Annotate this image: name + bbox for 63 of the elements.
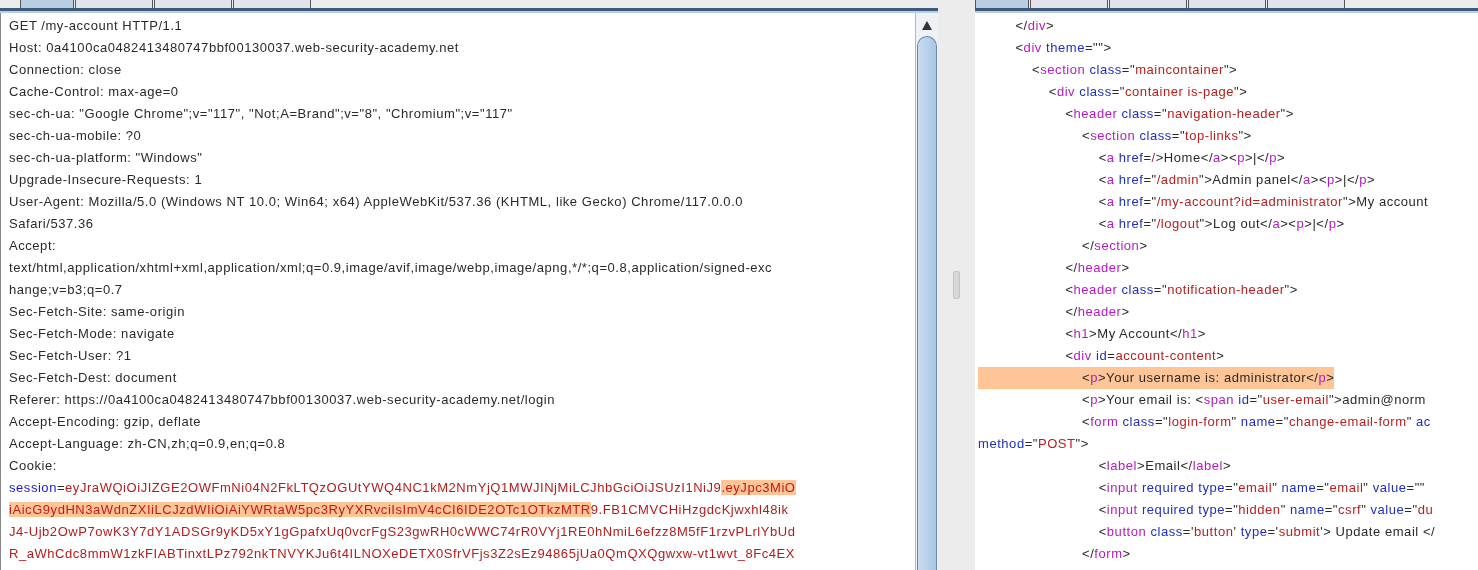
code-line: <label>Email</label>	[1097, 457, 1232, 475]
up-arrow-icon[interactable]	[922, 21, 932, 30]
code-line: </header>	[1064, 259, 1130, 277]
code-line: </form>	[1081, 545, 1131, 563]
code-line: Referer: https://0a4100ca0482413480747bbf00130037.web-security-academy.net/login	[9, 391, 556, 409]
code-line: Sec-Fetch-Mode: navigate	[9, 325, 175, 343]
tab[interactable]	[975, 0, 1029, 8]
code-line: hange;v=b3;q=0.7	[9, 281, 123, 299]
code-line: </header>	[1064, 303, 1130, 321]
code-line: <section class="maincontainer">	[1031, 61, 1238, 79]
code-line: J4-Ujb2OwP7owK3Y7dY1ADSGr9yKD5xY1gGpafxUq0vcrFgS23gwRH0cWWC74rR0VYj1RE0hNmiL6efzz8M5fF1rzvPLrlYbUd	[9, 523, 796, 541]
code-line: method="POST">	[978, 435, 1089, 453]
code-line: Upgrade-Insecure-Requests: 1	[9, 171, 203, 189]
code-line: <header class="navigation-header">	[1064, 105, 1294, 123]
code-line: <input required type="email" name="email" value=""	[1097, 479, 1425, 497]
tab[interactable]	[1188, 0, 1266, 8]
code-line: <a href=/>Home</a><p>|</p>	[1097, 149, 1286, 167]
code-line: Safari/537.36	[9, 215, 94, 233]
code-line: Cache-Control: max-age=0	[9, 83, 179, 101]
code-line: Sec-Fetch-Site: same-origin	[9, 303, 185, 321]
code-line: <form class="login-form" name="change-email-form" ac	[1081, 413, 1431, 431]
code-line: Accept:	[9, 237, 57, 255]
code-line: Sec-Fetch-Dest: document	[9, 369, 177, 387]
tab[interactable]	[1030, 0, 1108, 8]
tab[interactable]	[1267, 0, 1345, 8]
code-line: session=eyJraWQiOiJIZGE2OWFmNi04N2FkLTQzOGUtYWQ4NC1kM2NmYjQ1MWJINjMiLCJhbGciOiJSUzI1NiJ9.eyJpc3MiO	[9, 479, 796, 497]
code-line: <input required type="hidden" name="csrf" value="du	[1097, 501, 1434, 519]
code-line: Connection: close	[9, 61, 122, 79]
code-line: sec-ch-ua-platform: "Windows"	[9, 149, 203, 167]
tab[interactable]	[154, 0, 232, 8]
tab[interactable]	[75, 0, 153, 8]
code-line: Cookie:	[9, 457, 57, 475]
split-handle[interactable]	[953, 271, 960, 299]
tab[interactable]	[20, 0, 74, 8]
code-line: iAicG9ydHN3aWdnZXIiLCJzdWIiOiAiYWRtaW5pc3RyYXRvciIsImV4cCI6IDE2OTc1OTkzMTR9.FB1CMVCHiHzgdcKjwxhl48ik	[9, 501, 789, 519]
code-line: </section>	[1081, 237, 1148, 255]
tab[interactable]	[1109, 0, 1187, 8]
code-line: GET /my-account HTTP/1.1	[9, 17, 183, 35]
code-line: text/html,application/xhtml+xml,application/xml;q=0.9,image/avif,image/webp,image/apng,*/*;q=0.8,application/signed-exc	[9, 259, 773, 277]
response-viewer[interactable]	[975, 13, 1478, 570]
code-line: <button class='button' type='submit'> Update email </	[1097, 523, 1436, 541]
scrollbar[interactable]	[915, 13, 938, 570]
code-line: <a href="/admin">Admin panel</a><p>|</p>	[1097, 171, 1376, 189]
code-line: <p>Your email is: <span id="user-email">admin@norm	[1081, 391, 1426, 409]
code-line: <div theme="">	[1014, 39, 1112, 57]
code-line: <a href="/logout">Log out</a><p>|</p>	[1097, 215, 1345, 233]
code-line: <h1>My Account</h1>	[1064, 325, 1206, 343]
code-line: Host: 0a4100ca0482413480747bbf00130037.web-security-academy.net	[9, 39, 459, 57]
code-line: sec-ch-ua: "Google Chrome";v="117", "Not;A=Brand";v="8", "Chromium";v="117"	[9, 105, 513, 123]
code-line: <div class="container is-page">	[1047, 83, 1248, 101]
code-line: sec-ch-ua-mobile: ?0	[9, 127, 142, 145]
request-editor[interactable]	[0, 13, 938, 570]
code-line: </div>	[1014, 17, 1055, 35]
tab[interactable]	[233, 0, 311, 8]
code-line: Accept-Encoding: gzip, deflate	[9, 413, 202, 431]
code-line: R_aWhCdc8mmW1zkFIABTinxtLPz792nkTNVYKJu6t4ILNOXeDETX0SfrVFjs3Z2sEz94865jUa0QmQXQgwxw-vt1wvt_8Fc4EX	[9, 545, 795, 563]
code-line: Sec-Fetch-User: ?1	[9, 347, 132, 365]
code-line: <a href="/my-account?id=administrator">My account	[1097, 193, 1429, 211]
code-line: <header class="notification-header">	[1064, 281, 1298, 299]
code-line: Accept-Language: zh-CN,zh;q=0.9,en;q=0.8	[9, 435, 286, 453]
code-line: <section class="top-links">	[1081, 127, 1252, 145]
code-line: User-Agent: Mozilla/5.0 (Windows NT 10.0; Win64; x64) AppleWebKit/537.36 (KHTML, like Gecko) Chrome/117.0.0.0	[9, 193, 744, 211]
code-line: <div id=account-content>	[1064, 347, 1225, 365]
